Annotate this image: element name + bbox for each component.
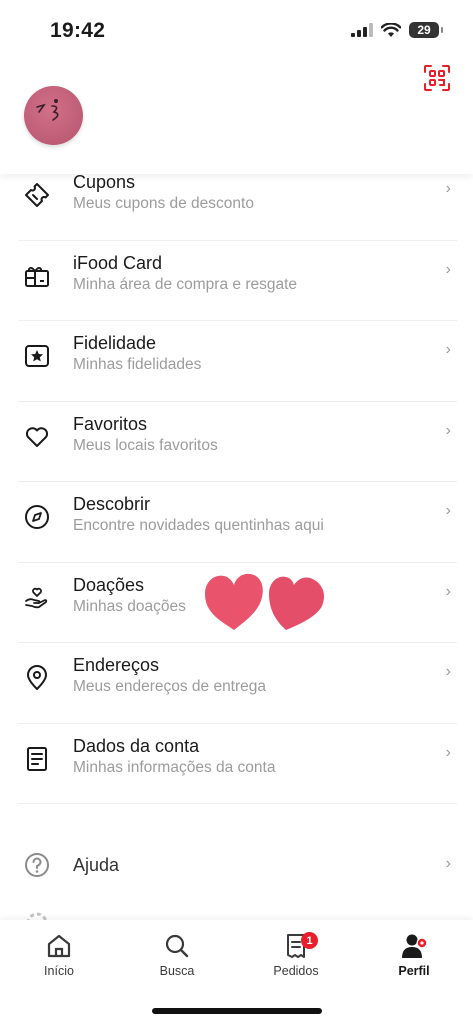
tab-pedidos[interactable]: 1 Pedidos	[251, 932, 341, 978]
menu-item-label: Ajuda	[73, 855, 120, 875]
chevron-right-icon: ›	[445, 421, 451, 439]
menu-item-label: Fidelidade	[73, 333, 157, 353]
menu-item-subtitle: Meus cupons de desconto	[73, 195, 254, 212]
tab-label: Pedidos	[273, 964, 319, 978]
status-time: 19:42	[50, 19, 106, 42]
menu-item-subtitle: Minha área de compra e resgate	[73, 275, 298, 293]
document-icon	[27, 746, 47, 771]
donation-hand-icon	[25, 587, 48, 608]
tab-label: Perfil	[398, 964, 430, 978]
tab-busca[interactable]: Busca	[132, 932, 222, 978]
search-icon	[165, 934, 189, 958]
chevron-right-icon: ›	[445, 855, 451, 872]
chevron-right-icon: ›	[445, 341, 451, 358]
chevron-right-icon: ›	[445, 582, 451, 600]
menu-item-label: Doações	[73, 574, 145, 595]
ticket-icon	[25, 183, 49, 207]
menu-item-label: Cupons	[73, 172, 136, 192]
menu-item-label: Endereços	[73, 655, 160, 675]
menu-item-label: Dados da conta	[73, 735, 200, 756]
orders-badge: 1	[301, 932, 318, 949]
compass-icon	[25, 505, 49, 529]
menu-item-favoritos[interactable]: Favoritos Meus locais favoritos ›	[18, 402, 457, 482]
menu-item-subtitle: Minhas informações da conta	[73, 758, 276, 776]
status-icons: 29	[351, 22, 443, 38]
chevron-right-icon: ›	[445, 743, 451, 761]
profile-icon	[402, 934, 428, 958]
profile-menu: Cupons Meus cupons de desconto › iFood C…	[0, 160, 473, 804]
heart-icon	[25, 426, 49, 447]
profile-header	[0, 56, 473, 174]
tab-label: Início	[44, 964, 74, 978]
menu-item-label: Favoritos	[73, 413, 148, 434]
menu-item-enderecos[interactable]: Endereços Meus endereços de entrega ›	[18, 643, 457, 724]
avatar[interactable]	[24, 86, 83, 145]
bottom-tab-bar: Início Busca 1 Pedidos Perfil	[0, 920, 473, 1024]
tab-inicio[interactable]: Início	[14, 932, 104, 978]
menu-item-label: Descobrir	[73, 494, 151, 514]
location-pin-icon	[27, 665, 47, 690]
chevron-right-icon: ›	[445, 260, 451, 278]
menu-item-subtitle: Encontre novidades quentinhas aqui	[73, 517, 324, 534]
qr-code-icon[interactable]	[423, 64, 451, 92]
menu-item-subtitle: Minhas fidelidades	[73, 356, 202, 373]
cellular-signal-icon	[351, 23, 373, 37]
menu-item-fidelidade[interactable]: Fidelidade Minhas fidelidades ›	[18, 321, 457, 402]
battery-indicator: 29	[409, 22, 443, 38]
star-badge-icon	[25, 345, 49, 367]
menu-item-ajuda[interactable]: Ajuda ›	[18, 838, 457, 894]
wifi-icon	[381, 22, 401, 37]
status-bar: 19:42 29	[0, 0, 473, 56]
chevron-right-icon: ›	[445, 180, 451, 197]
tab-label: Busca	[159, 964, 195, 978]
menu-item-ifood-card[interactable]: iFood Card Minha área de compra e resgat…	[18, 241, 457, 321]
help-circle-icon	[25, 853, 49, 877]
menu-item-label: iFood Card	[73, 252, 163, 273]
chevron-right-icon: ›	[445, 502, 451, 519]
menu-item-subtitle: Meus endereços de entrega	[73, 678, 267, 695]
tab-perfil[interactable]: Perfil	[369, 932, 459, 978]
menu-item-descobrir[interactable]: Descobrir Encontre novidades quentinhas …	[18, 482, 457, 563]
menu-item-dados-da-conta[interactable]: Dados da conta Minhas informações da con…	[18, 724, 457, 804]
home-icon	[47, 934, 71, 958]
menu-item-subtitle: Meus locais favoritos	[73, 436, 218, 454]
avatar-face-icon	[36, 99, 59, 121]
chevron-right-icon: ›	[445, 663, 451, 680]
battery-level: 29	[417, 23, 431, 37]
home-indicator	[152, 1008, 322, 1014]
gift-card-icon	[25, 266, 49, 287]
menu-item-subtitle: Minhas doações	[73, 597, 186, 615]
decorative-hearts	[205, 573, 325, 630]
